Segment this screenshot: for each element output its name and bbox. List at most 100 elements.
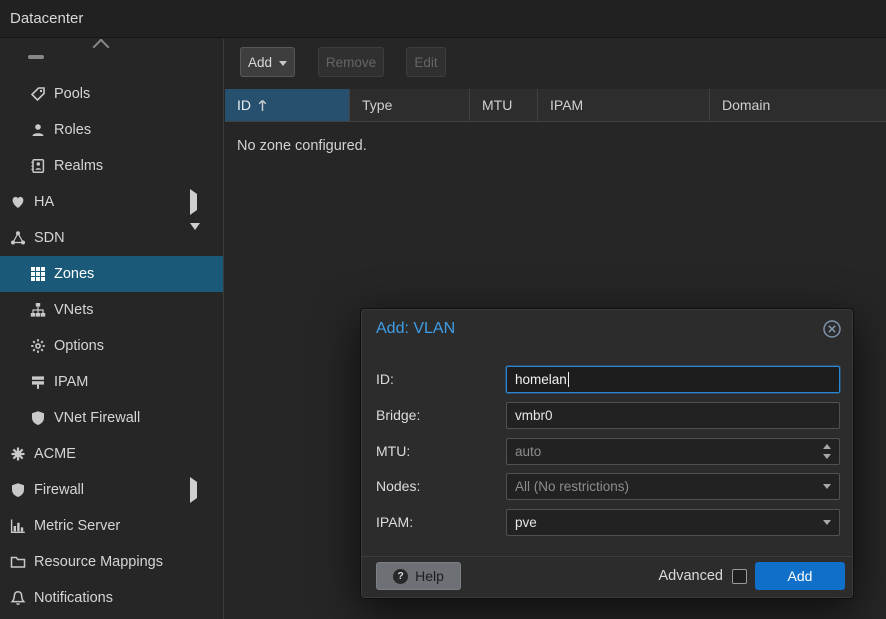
sidebar-item-options[interactable]: Options xyxy=(0,328,223,364)
nodes-select[interactable]: All (No restrictions) xyxy=(506,473,840,500)
sidebar-item-label: Roles xyxy=(54,112,91,148)
spinner-up-icon[interactable] xyxy=(823,444,831,449)
remove-button[interactable]: Remove xyxy=(318,47,384,77)
sidebar-item-label: VNets xyxy=(54,292,94,328)
edit-button[interactable]: Edit xyxy=(406,47,446,77)
sidebar-item-label: Realms xyxy=(54,148,103,184)
sidebar-item-acme[interactable]: ACME xyxy=(0,436,223,472)
add-vlan-dialog: Add: VLAN ID: homelan Bridge: vmbr0 MTU:… xyxy=(360,308,854,599)
bar-chart-icon xyxy=(10,518,26,534)
add-menu-button[interactable]: Add xyxy=(240,47,295,77)
mtu-spinner[interactable]: auto xyxy=(506,438,840,465)
chevron-down-icon xyxy=(823,520,831,525)
sidebar-item-metric-server[interactable]: Metric Server xyxy=(0,508,223,544)
edit-button-label: Edit xyxy=(414,55,437,70)
advanced-checkbox[interactable] xyxy=(732,569,747,584)
sidebar-item-vnets[interactable]: VNets xyxy=(0,292,223,328)
sidebar-item-label: Metric Server xyxy=(34,508,120,544)
bell-icon xyxy=(10,590,26,606)
close-icon[interactable] xyxy=(822,319,842,339)
sidebar-item-zones[interactable]: Zones xyxy=(0,256,223,292)
ipam-field-label: IPAM: xyxy=(376,509,413,536)
add-button-label: Add xyxy=(248,55,272,70)
question-icon: ? xyxy=(393,569,408,584)
bridge-field-row: Bridge: vmbr0 xyxy=(361,402,853,429)
spinner-down-icon[interactable] xyxy=(823,454,831,459)
sidebar-item-label: Zones xyxy=(54,256,94,292)
shield-icon xyxy=(30,410,46,426)
sidebar-item-vnet-firewall[interactable]: VNet Firewall xyxy=(0,400,223,436)
top-bar: Datacenter xyxy=(0,0,886,38)
sidebar-item-pools[interactable]: Pools xyxy=(0,76,223,112)
sidebar-item-label: ACME xyxy=(34,436,76,472)
sidebar-item-roles[interactable]: Roles xyxy=(0,112,223,148)
sidebar-item-label: Options xyxy=(54,328,104,364)
certificate-icon xyxy=(10,446,26,462)
id-field-label: ID: xyxy=(376,366,394,393)
sidebar-item-label: HA xyxy=(34,184,54,220)
id-input[interactable]: homelan xyxy=(506,366,840,393)
dialog-title: Add: VLAN xyxy=(376,320,455,338)
chevron-right-icon[interactable] xyxy=(190,482,197,498)
sidebar-item-label: Notifications xyxy=(34,580,113,616)
sidebar-item-resource-mappings[interactable]: Resource Mappings xyxy=(0,544,223,580)
partial-icon xyxy=(28,55,44,59)
chevron-up-icon xyxy=(93,39,110,55)
tags-icon xyxy=(30,86,46,102)
sidebar: Pools Roles Realms HA SDN Zones xyxy=(0,39,224,619)
sidebar-item-ha[interactable]: HA xyxy=(0,184,223,220)
sitemap-icon xyxy=(30,302,46,318)
column-header-ipam[interactable]: IPAM xyxy=(538,89,710,121)
help-button-label: Help xyxy=(415,568,444,584)
nodes-field-row: Nodes: All (No restrictions) xyxy=(361,473,853,500)
column-header-type[interactable]: Type xyxy=(350,89,470,121)
sidebar-item-firewall[interactable]: Firewall xyxy=(0,472,223,508)
chevron-down-icon xyxy=(823,484,831,489)
network-icon xyxy=(10,230,26,246)
sidebar-item-notifications[interactable]: Notifications xyxy=(0,580,223,616)
id-field-row: ID: homelan xyxy=(361,366,853,393)
sidebar-item-label: VNet Firewall xyxy=(54,400,140,436)
bridge-field-label: Bridge: xyxy=(376,402,420,429)
chevron-down-icon[interactable] xyxy=(190,230,200,246)
column-header-mtu[interactable]: MTU xyxy=(470,89,538,121)
bridge-input[interactable]: vmbr0 xyxy=(506,402,840,429)
sidebar-item-sdn[interactable]: SDN xyxy=(0,220,223,256)
table-header: ID Type MTU IPAM Domain xyxy=(225,89,886,122)
sidebar-item-realms[interactable]: Realms xyxy=(0,148,223,184)
submit-add-label: Add xyxy=(788,568,813,584)
mtu-field-label: MTU: xyxy=(376,438,410,465)
sidebar-item-label: SDN xyxy=(34,220,65,256)
map-signs-icon xyxy=(30,374,46,390)
ipam-field-row: IPAM: pve xyxy=(361,509,853,536)
ipam-select[interactable]: pve xyxy=(506,509,840,536)
page-title: Datacenter xyxy=(10,0,83,38)
sidebar-item-label: IPAM xyxy=(54,364,88,400)
dialog-footer-divider xyxy=(361,556,853,557)
column-header-id[interactable]: ID xyxy=(225,89,350,121)
sort-asc-icon xyxy=(258,99,267,112)
column-header-domain[interactable]: Domain xyxy=(710,89,886,121)
user-icon xyxy=(30,122,46,138)
help-button[interactable]: ? Help xyxy=(376,562,461,590)
gear-icon xyxy=(30,338,46,354)
sidebar-item-label: Resource Mappings xyxy=(34,544,163,580)
heartbeat-icon xyxy=(10,194,26,210)
text-cursor xyxy=(568,372,569,387)
sidebar-partial-item xyxy=(0,39,223,75)
remove-button-label: Remove xyxy=(326,55,376,70)
advanced-label: Advanced xyxy=(659,568,724,584)
chevron-down-icon xyxy=(279,61,287,66)
sidebar-item-label: Firewall xyxy=(34,472,84,508)
nodes-field-label: Nodes: xyxy=(376,473,420,500)
mtu-field-row: MTU: auto xyxy=(361,438,853,465)
advanced-toggle: Advanced xyxy=(659,562,748,590)
sidebar-item-ipam[interactable]: IPAM xyxy=(0,364,223,400)
chevron-right-icon[interactable] xyxy=(190,194,197,210)
folder-icon xyxy=(10,554,26,570)
submit-add-button[interactable]: Add xyxy=(755,562,845,590)
sidebar-item-label: Pools xyxy=(54,76,90,112)
grid-icon xyxy=(30,266,46,282)
shield-icon xyxy=(10,482,26,498)
empty-table-message: No zone configured. xyxy=(237,138,367,154)
